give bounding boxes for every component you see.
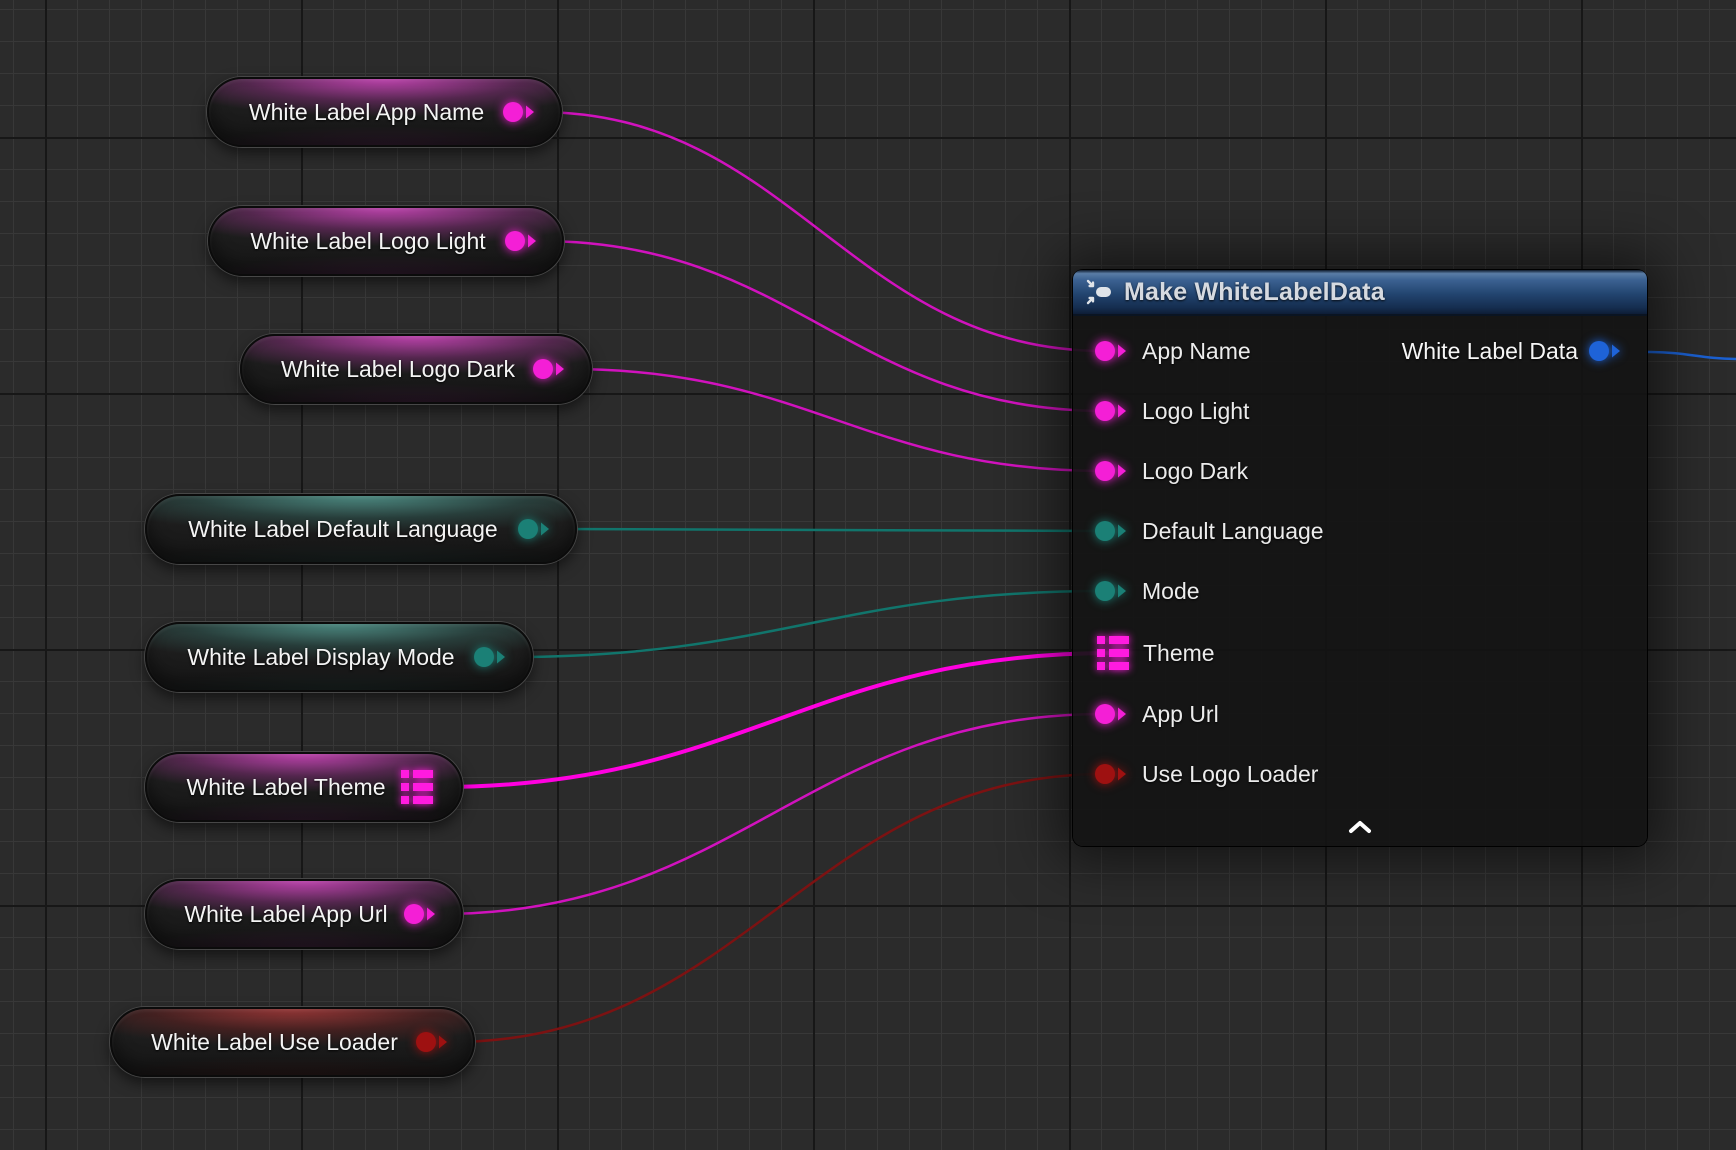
wire-white-label-logo-light-to-logo-light[interactable]	[540, 241, 1105, 411]
input-pin-label: Logo Light	[1142, 398, 1249, 425]
make-struct-icon	[1086, 279, 1113, 305]
variable-node-label: White Label Default Language	[188, 516, 497, 543]
output-pin-white-label-use-loader[interactable]	[415, 1030, 449, 1054]
input-pin-use-logo-loader[interactable]	[1094, 762, 1128, 786]
wire-white-label-display-mode-to-mode[interactable]	[509, 591, 1105, 657]
variable-node-white-label-app-url[interactable]: White Label App Url	[145, 879, 463, 949]
input-pin-app-url[interactable]	[1094, 702, 1128, 726]
output-pin-white-label-logo-light[interactable]	[504, 229, 538, 253]
input-pin-logo-light[interactable]	[1094, 399, 1128, 423]
input-pin-row-default-language: Default Language	[1094, 514, 1324, 548]
blueprint-graph-canvas[interactable]: Make WhiteLabelData App Name Logo Light Lo…	[0, 0, 1736, 1150]
variable-node-label: White Label App Name	[249, 99, 484, 126]
input-pin-theme[interactable]	[1097, 636, 1129, 670]
output-pin-white-label-app-name[interactable]	[502, 100, 536, 124]
variable-node-label: White Label Display Mode	[187, 644, 454, 671]
output-pin-white-label-theme[interactable]	[401, 770, 433, 804]
variable-node-white-label-logo-light[interactable]: White Label Logo Light	[208, 206, 564, 276]
collapse-advanced-pins-chevron-icon[interactable]	[1347, 820, 1373, 834]
input-pin-label: Logo Dark	[1142, 458, 1248, 485]
wire-white-label-app-name-to-app-name[interactable]	[538, 112, 1105, 351]
input-pin-default-language[interactable]	[1094, 519, 1128, 543]
variable-node-white-label-use-loader[interactable]: White Label Use Loader	[110, 1007, 475, 1077]
variable-node-white-label-app-name[interactable]: White Label App Name	[207, 77, 562, 147]
output-pin-row: White Label Data	[1402, 334, 1622, 368]
wire-white-label-use-loader-to-use-logo-loader[interactable]	[451, 774, 1105, 1042]
wire-white-label-data-out[interactable]	[1648, 352, 1736, 359]
variable-node-white-label-theme[interactable]: White Label Theme	[145, 752, 463, 822]
input-pin-label: App Url	[1142, 701, 1219, 728]
wire-white-label-logo-dark-to-logo-dark[interactable]	[568, 369, 1105, 471]
variable-node-white-label-default-language[interactable]: White Label Default Language	[145, 494, 577, 564]
input-pin-label: Use Logo Loader	[1142, 761, 1318, 788]
input-pin-row-logo-dark: Logo Dark	[1094, 454, 1248, 488]
white-label-data-output-pin[interactable]	[1588, 339, 1622, 363]
input-pin-app-name[interactable]	[1094, 339, 1128, 363]
output-pin-label: White Label Data	[1402, 338, 1578, 365]
wire-white-label-app-url-to-app-url[interactable]	[439, 714, 1105, 914]
input-pin-row-logo-light: Logo Light	[1094, 394, 1249, 428]
input-pin-row-app-name: App Name	[1094, 334, 1251, 368]
variable-node-label: White Label App Url	[184, 901, 387, 928]
input-pin-mode[interactable]	[1094, 579, 1128, 603]
input-pin-label: Default Language	[1142, 518, 1324, 545]
output-pin-white-label-app-url[interactable]	[403, 902, 437, 926]
variable-node-white-label-logo-dark[interactable]: White Label Logo Dark	[240, 334, 592, 404]
variable-node-label: White Label Logo Dark	[281, 356, 515, 383]
variable-node-label: White Label Logo Light	[250, 228, 485, 255]
input-pin-row-app-url: App Url	[1094, 697, 1219, 731]
output-pin-white-label-logo-dark[interactable]	[532, 357, 566, 381]
input-pin-label: App Name	[1142, 338, 1251, 365]
variable-node-label: White Label Theme	[186, 774, 385, 801]
input-pin-row-use-logo-loader: Use Logo Loader	[1094, 757, 1318, 791]
output-pin-white-label-default-language[interactable]	[517, 517, 551, 541]
variable-node-white-label-display-mode[interactable]: White Label Display Mode	[145, 622, 533, 692]
input-pin-row-theme: Theme	[1097, 636, 1215, 670]
input-pin-label: Theme	[1143, 640, 1215, 667]
output-pin-white-label-display-mode[interactable]	[473, 645, 507, 669]
make-whitelabeldata-node[interactable]: Make WhiteLabelData App Name Logo Light Lo…	[1073, 270, 1647, 846]
wire-white-label-default-language-to-default-language[interactable]	[553, 529, 1105, 531]
input-pin-label: Mode	[1142, 578, 1200, 605]
input-pin-row-mode: Mode	[1094, 574, 1200, 608]
make-node-header[interactable]: Make WhiteLabelData	[1073, 270, 1647, 316]
variable-node-label: White Label Use Loader	[151, 1029, 398, 1056]
make-node-title: Make WhiteLabelData	[1124, 278, 1385, 307]
input-pin-logo-dark[interactable]	[1094, 459, 1128, 483]
